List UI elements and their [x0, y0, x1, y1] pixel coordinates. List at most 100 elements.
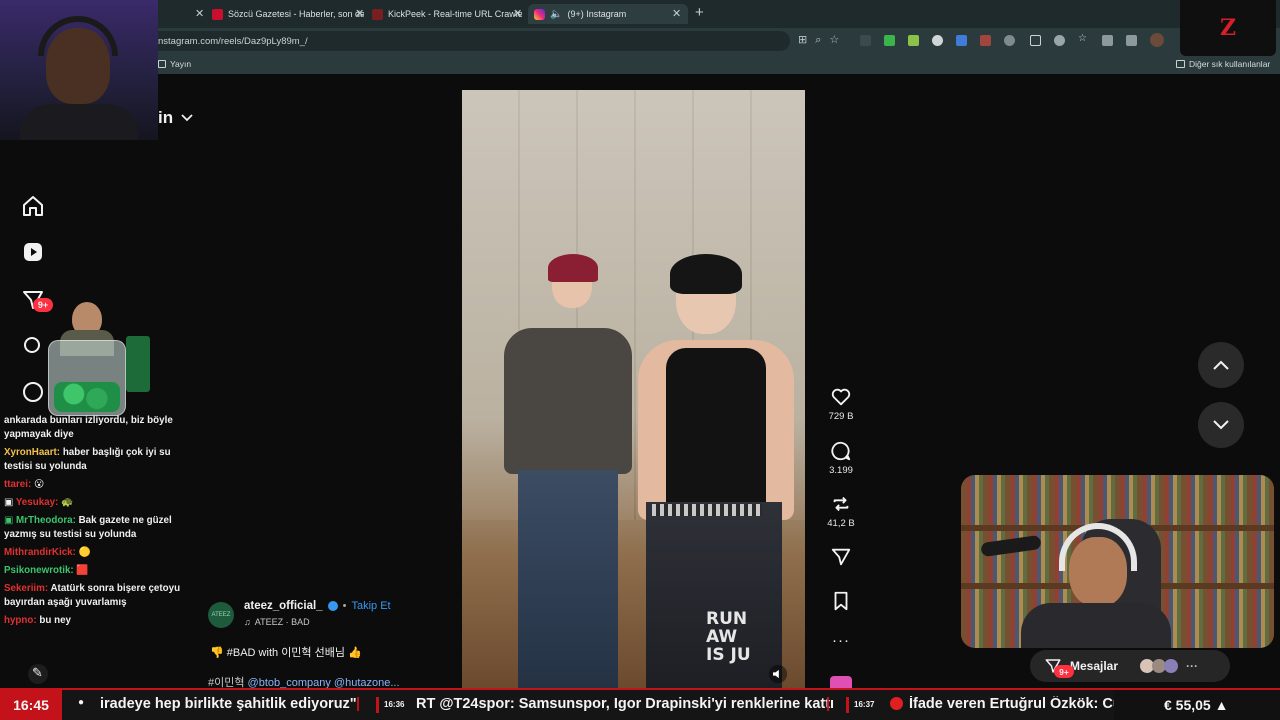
bookmark-label: Diğer sık kullanılanlar [1189, 59, 1271, 69]
chat-username: MrTheodora: [16, 515, 76, 526]
dancer-left-hair [548, 254, 598, 282]
heart-icon [831, 388, 851, 406]
follow-button[interactable]: Takip Et [351, 600, 390, 612]
url-text: nstagram.com/reels/Daz9pLy89m_/ [158, 35, 308, 47]
chat-message: XyronHaart: haber başlığı çok iyi su tes… [4, 446, 194, 474]
guest-webcam [961, 475, 1274, 648]
extension-icon[interactable] [884, 35, 895, 46]
page-header[interactable]: in [158, 108, 193, 128]
like-count: 729 B [828, 411, 854, 422]
dancer-left-jeans [518, 470, 618, 688]
streamer-shirt [20, 104, 138, 140]
emote-icon: 🟥 [76, 565, 89, 576]
account-username[interactable]: ateez_official_ [244, 600, 323, 612]
chat-username: hypno: [4, 615, 37, 626]
ticker-headline: İfade veren Ertuğrul Özkök: Cum [909, 696, 1114, 712]
comment-action[interactable]: 3.199 [827, 440, 855, 476]
pen-icon[interactable]: ✎ [28, 664, 48, 684]
tab-kickpeek[interactable]: KickPeek - Real-time URL Crawler f [372, 4, 522, 24]
tab-label: Sözcü Gazetesi - Haberler, son dak [228, 9, 364, 19]
stream-chat: ankarada bunları izliyordu, biz böyle ya… [4, 414, 194, 644]
bookmarks-bar: Yayın Diğer sık kullanılanlar [0, 54, 1280, 74]
currency-panel: € 55,05 ▲ [1114, 690, 1280, 720]
reel-video[interactable]: RUN AW IS JU [462, 90, 805, 688]
extension-icon[interactable] [908, 35, 919, 46]
account-avatar[interactable]: ATEEZ [208, 602, 234, 628]
bookmark-star-icon[interactable]: ☆ [829, 34, 847, 46]
tab-label: (9+) Instagram [567, 9, 627, 19]
chat-username: Sekeriim: [4, 583, 49, 594]
badge-icon: ▣ [4, 515, 14, 526]
sidebar-toggle-icon[interactable] [1030, 35, 1041, 46]
extension-icon[interactable] [956, 35, 967, 46]
tab-sozcu[interactable]: Sözcü Gazetesi - Haberler, son dak [212, 4, 364, 24]
repost-count: 41,2 B [827, 518, 855, 529]
close-tab-icon[interactable]: ✕ [513, 7, 522, 20]
more-icon: ··· [1186, 659, 1199, 673]
avatar [1164, 659, 1179, 673]
chevron-up-icon [1213, 360, 1229, 370]
instagram-favicon-icon [534, 8, 545, 20]
extension-icon[interactable] [860, 35, 871, 46]
browser-tab-bar: Sözcü Gazetesi - Haberler, son dak ✕ Kic… [0, 0, 1280, 28]
bookmark-yayin[interactable]: Yayın [158, 59, 191, 69]
bookmark-label: Yayın [170, 59, 192, 69]
chat-username: Yesukay: [15, 497, 59, 508]
red-dot-icon [890, 697, 903, 710]
save-icon[interactable] [830, 590, 852, 612]
share-icon[interactable] [830, 546, 852, 568]
dancer-right-hair [670, 254, 742, 294]
extension-icon[interactable] [932, 35, 943, 46]
favorites-icon[interactable]: ☆ [1078, 33, 1089, 44]
next-reel-button[interactable] [1198, 402, 1244, 448]
extension-icon[interactable] [1102, 35, 1113, 46]
messages-badge: 9+ [1054, 665, 1074, 678]
bookmark-other-folder[interactable]: Diğer sık kullanılanlar [1176, 59, 1270, 69]
mute-icon[interactable] [768, 664, 788, 684]
extension-icon[interactable] [1054, 35, 1065, 46]
more-options-icon[interactable]: ··· [832, 632, 850, 649]
extension-icon[interactable] [980, 35, 991, 46]
extension-icon[interactable] [1004, 35, 1015, 46]
chat-message: Psikonewrotik: 🟥 [4, 564, 194, 578]
dancer-right-tanktop [666, 348, 766, 508]
audio-row[interactable]: ♫ ATEEZ · BAD [244, 617, 310, 627]
audio-thumbnail[interactable] [830, 676, 852, 688]
account-row: ateez_official_ • Takip Et [244, 600, 391, 612]
profile-avatar[interactable] [1150, 33, 1164, 47]
install-icon[interactable]: ⊞ [798, 34, 815, 46]
ticker-divider: | [356, 696, 361, 712]
repost-action[interactable]: 41,2 B [827, 493, 855, 529]
speaker-icon[interactable]: 🔈 [550, 9, 562, 20]
new-tab-icon[interactable]: + [695, 4, 704, 21]
zoom-icon[interactable]: ⌕ [815, 34, 829, 46]
badge-count: 9+ [1059, 666, 1069, 677]
close-tab-icon[interactable]: ✕ [195, 7, 204, 20]
emote-icon: 🟡 [78, 547, 91, 558]
address-bar[interactable]: nstagram.com/reels/Daz9pLy89m_/ [150, 31, 790, 51]
chat-username: MithrandirKick: [4, 547, 76, 558]
pants-print-graphic: RUN AW IS JU [706, 609, 751, 665]
chevron-down-icon [1213, 420, 1229, 430]
dancer-left-shirt [504, 328, 632, 474]
previous-reel-button[interactable] [1198, 342, 1244, 388]
music-note-icon: ♫ [244, 617, 251, 627]
chat-username: ttarei: [4, 479, 32, 490]
address-bar-actions: ⊞⌕☆ [798, 33, 847, 47]
reels-icon[interactable] [21, 240, 45, 264]
extension-icon[interactable] [1126, 35, 1137, 46]
tab-instagram[interactable]: 🔈 (9+) Instagram [528, 4, 688, 24]
folder-icon [1176, 60, 1185, 68]
like-action[interactable]: 729 B [827, 386, 855, 422]
close-tab-icon[interactable]: ✕ [672, 7, 681, 20]
home-icon[interactable] [21, 194, 45, 218]
chat-message: MithrandirKick: 🟡 [4, 546, 194, 560]
close-tab-icon[interactable]: ✕ [355, 7, 364, 20]
ticker-divider: | [826, 696, 831, 712]
separator-dot: • [342, 600, 347, 612]
emote-icon: 🐢 [61, 497, 74, 508]
streamer-webcam [0, 0, 158, 140]
sozcu-favicon-icon [212, 8, 223, 20]
comment-icon [831, 441, 851, 461]
ticker-marker [376, 697, 379, 713]
